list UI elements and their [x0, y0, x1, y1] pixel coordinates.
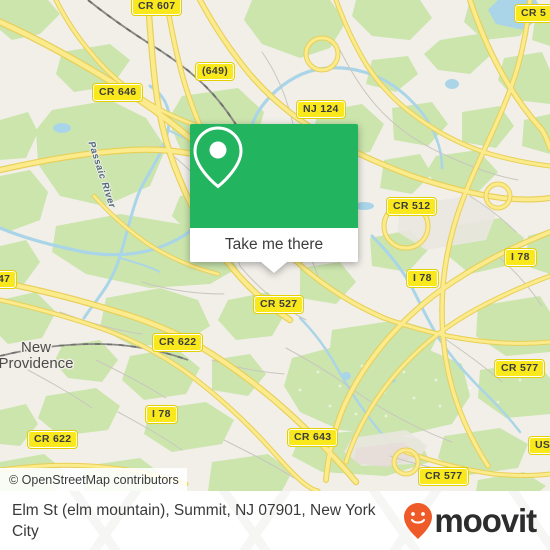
place-label-new-providence: New Providence: [0, 339, 74, 372]
popup-footer[interactable]: Take me there: [190, 228, 358, 273]
road-shield[interactable]: (649): [194, 62, 236, 81]
road-shield[interactable]: CR 577: [417, 467, 470, 486]
moovit-pin-smiley-icon: [404, 502, 433, 539]
road-shield[interactable]: I 78: [406, 269, 439, 288]
footer-bar: Elm St (elm mountain), Summit, NJ 07901,…: [0, 491, 550, 550]
osm-attribution-text: © OpenStreetMap contributors: [9, 472, 179, 487]
road-shield[interactable]: I 78: [145, 405, 178, 424]
road-shield[interactable]: CR 577: [493, 359, 546, 378]
moovit-wordmark: moovit: [434, 502, 537, 539]
road-shield[interactable]: US: [527, 436, 550, 455]
road-shield[interactable]: CR 622: [26, 430, 79, 449]
road-shield[interactable]: CR 512: [385, 197, 438, 216]
road-shield[interactable]: CR 5: [513, 4, 550, 23]
moovit-logo[interactable]: moovit: [403, 502, 537, 540]
popup-pointer-tail: [261, 262, 287, 273]
map-screenshot: New Providence Passaic River CR 607 CR 5…: [0, 0, 550, 550]
popup-header: [190, 124, 358, 228]
road-shield[interactable]: CR 607: [130, 0, 183, 16]
location-popup-card[interactable]: Take me there: [190, 124, 358, 273]
road-shield[interactable]: CR 622: [151, 333, 204, 352]
location-address: Elm St (elm mountain), Summit, NJ 07901,…: [12, 501, 376, 540]
road-shield[interactable]: I 78: [504, 248, 537, 267]
road-shield[interactable]: CR 646: [91, 83, 144, 102]
road-shield[interactable]: NJ 124: [296, 100, 346, 119]
road-shield[interactable]: CR 527: [252, 295, 305, 314]
osm-attribution[interactable]: © OpenStreetMap contributors: [0, 468, 187, 491]
road-shield[interactable]: 47: [0, 270, 18, 289]
map-canvas[interactable]: New Providence Passaic River CR 607 CR 5…: [0, 0, 550, 491]
map-pin-icon: [193, 126, 243, 189]
road-shield[interactable]: CR 643: [286, 428, 339, 447]
take-me-there-label: Take me there: [224, 236, 324, 253]
